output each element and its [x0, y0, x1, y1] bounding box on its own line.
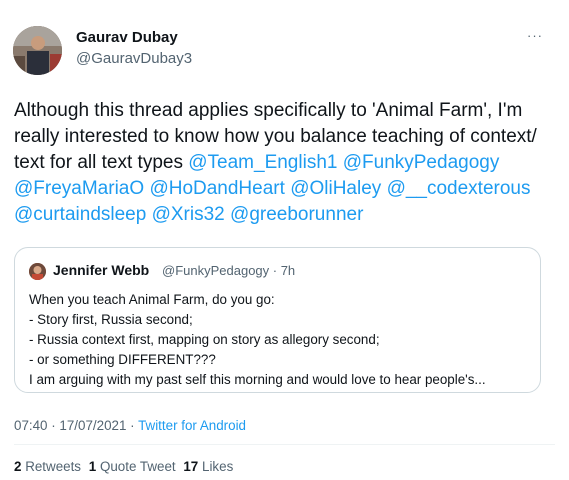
mention-link[interactable]: @Xris32 [152, 204, 225, 225]
retweets-stat[interactable]: 2 Retweets [14, 459, 81, 474]
quoted-line: - Story first, Russia second; [29, 312, 193, 327]
quote-label: Quote Tweet [99, 459, 176, 474]
quoted-author-avatar [29, 263, 46, 280]
quoted-tweet-card[interactable]: Jennifer Webb @FunkyPedagogy · 7h When y… [14, 247, 541, 393]
quoted-line: - Russia context first, mapping on story… [29, 332, 380, 347]
quoted-line: - or something DIFFERENT??? [29, 352, 216, 367]
mention-link[interactable]: @FunkyPedagogy [343, 152, 500, 173]
quote-tweets-stat[interactable]: 1 Quote Tweet [89, 459, 176, 474]
mention-link[interactable]: @__codexterous [387, 178, 531, 199]
more-options-icon[interactable]: ··· [527, 28, 543, 43]
quoted-author-name: Jennifer Webb [53, 262, 150, 278]
retweets-count: 2 [14, 459, 22, 474]
quoted-avatar-photo [29, 263, 46, 280]
quoted-author-meta: @FunkyPedagogy · 7h [162, 263, 296, 278]
quoted-tweet-text: When you teach Animal Farm, do you go: -… [29, 290, 486, 390]
mention-link[interactable]: @OliHaley [290, 178, 381, 199]
quoted-line: I am arguing with my past self this morn… [29, 372, 486, 387]
likes-label: Likes [202, 459, 234, 474]
likes-stat[interactable]: 17 Likes [183, 459, 233, 474]
mention-link[interactable]: @FreyaMariaO [14, 178, 144, 199]
mention-link[interactable]: @Team_English1 [188, 152, 337, 173]
divider [14, 444, 555, 445]
mention-link[interactable]: @curtaindsleep [14, 204, 146, 225]
tweet-metadata: 07:40 · 17/07/2021 · Twitter for Android [14, 418, 246, 433]
mention-link[interactable]: @greeborunner [230, 204, 363, 225]
retweets-label: Retweets [25, 459, 82, 474]
avatar-photo [13, 26, 62, 75]
tweet-source-link[interactable]: Twitter for Android [138, 418, 246, 433]
engagement-stats: 2 Retweets 1 Quote Tweet 17 Likes [14, 459, 237, 474]
author-handle[interactable]: @GauravDubay3 [76, 50, 192, 67]
tweet-text: Although this thread applies specificall… [14, 98, 554, 228]
mention-link[interactable]: @HoDandHeart [149, 178, 284, 199]
quote-count: 1 [88, 459, 97, 474]
tweet-timestamp[interactable]: 07:40 · 17/07/2021 · [14, 418, 138, 433]
author-name[interactable]: Gaurav Dubay [76, 29, 178, 46]
quoted-line: When you teach Animal Farm, do you go: [29, 292, 275, 307]
author-avatar[interactable] [13, 26, 62, 75]
likes-count: 17 [183, 459, 199, 474]
